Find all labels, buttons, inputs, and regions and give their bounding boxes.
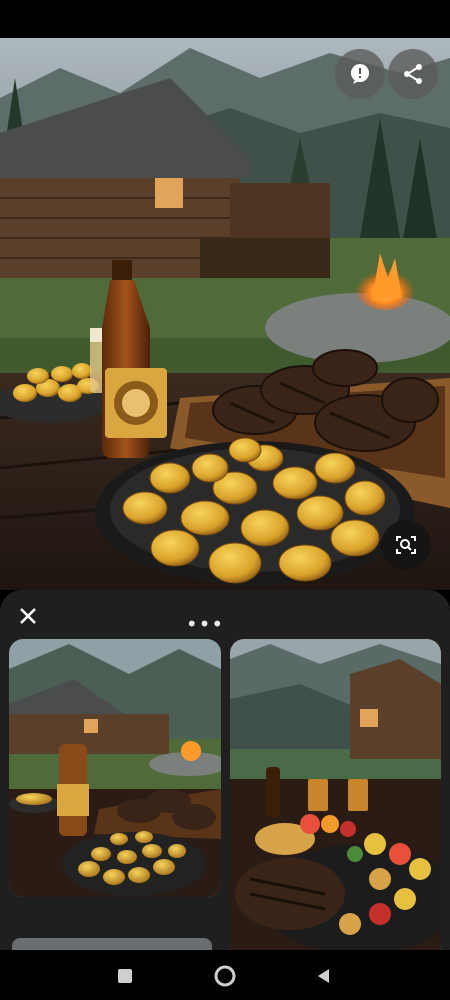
close-icon bbox=[20, 608, 36, 624]
share-icon bbox=[404, 64, 422, 84]
result-cabin-steak-potatoes[interactable] bbox=[9, 639, 221, 897]
triangle-back-icon bbox=[318, 969, 329, 983]
recents-button[interactable] bbox=[112, 963, 138, 989]
result-cabin-grill-vegetables[interactable] bbox=[230, 639, 441, 950]
visual-matches-sheet: ••• bbox=[0, 590, 450, 950]
lens-search-icon bbox=[396, 536, 416, 554]
feedback-icon bbox=[351, 64, 369, 84]
lens-search-button[interactable] bbox=[381, 520, 431, 570]
circle-icon bbox=[214, 965, 236, 987]
more-options-label: ••• bbox=[185, 612, 225, 636]
next-result-peek bbox=[12, 938, 212, 950]
close-button[interactable] bbox=[10, 598, 46, 634]
hero-image[interactable] bbox=[0, 38, 450, 590]
hero-photo bbox=[0, 38, 450, 590]
feedback-button[interactable] bbox=[335, 49, 385, 99]
more-options-button[interactable]: ••• bbox=[186, 613, 223, 635]
home-button[interactable] bbox=[212, 963, 238, 989]
back-button[interactable] bbox=[311, 963, 337, 989]
square-icon bbox=[118, 969, 132, 983]
result-thumbnail bbox=[9, 639, 221, 897]
result-thumbnail bbox=[230, 639, 441, 950]
system-nav-bar bbox=[0, 950, 450, 1000]
share-button[interactable] bbox=[388, 49, 438, 99]
status-bar bbox=[0, 0, 450, 38]
